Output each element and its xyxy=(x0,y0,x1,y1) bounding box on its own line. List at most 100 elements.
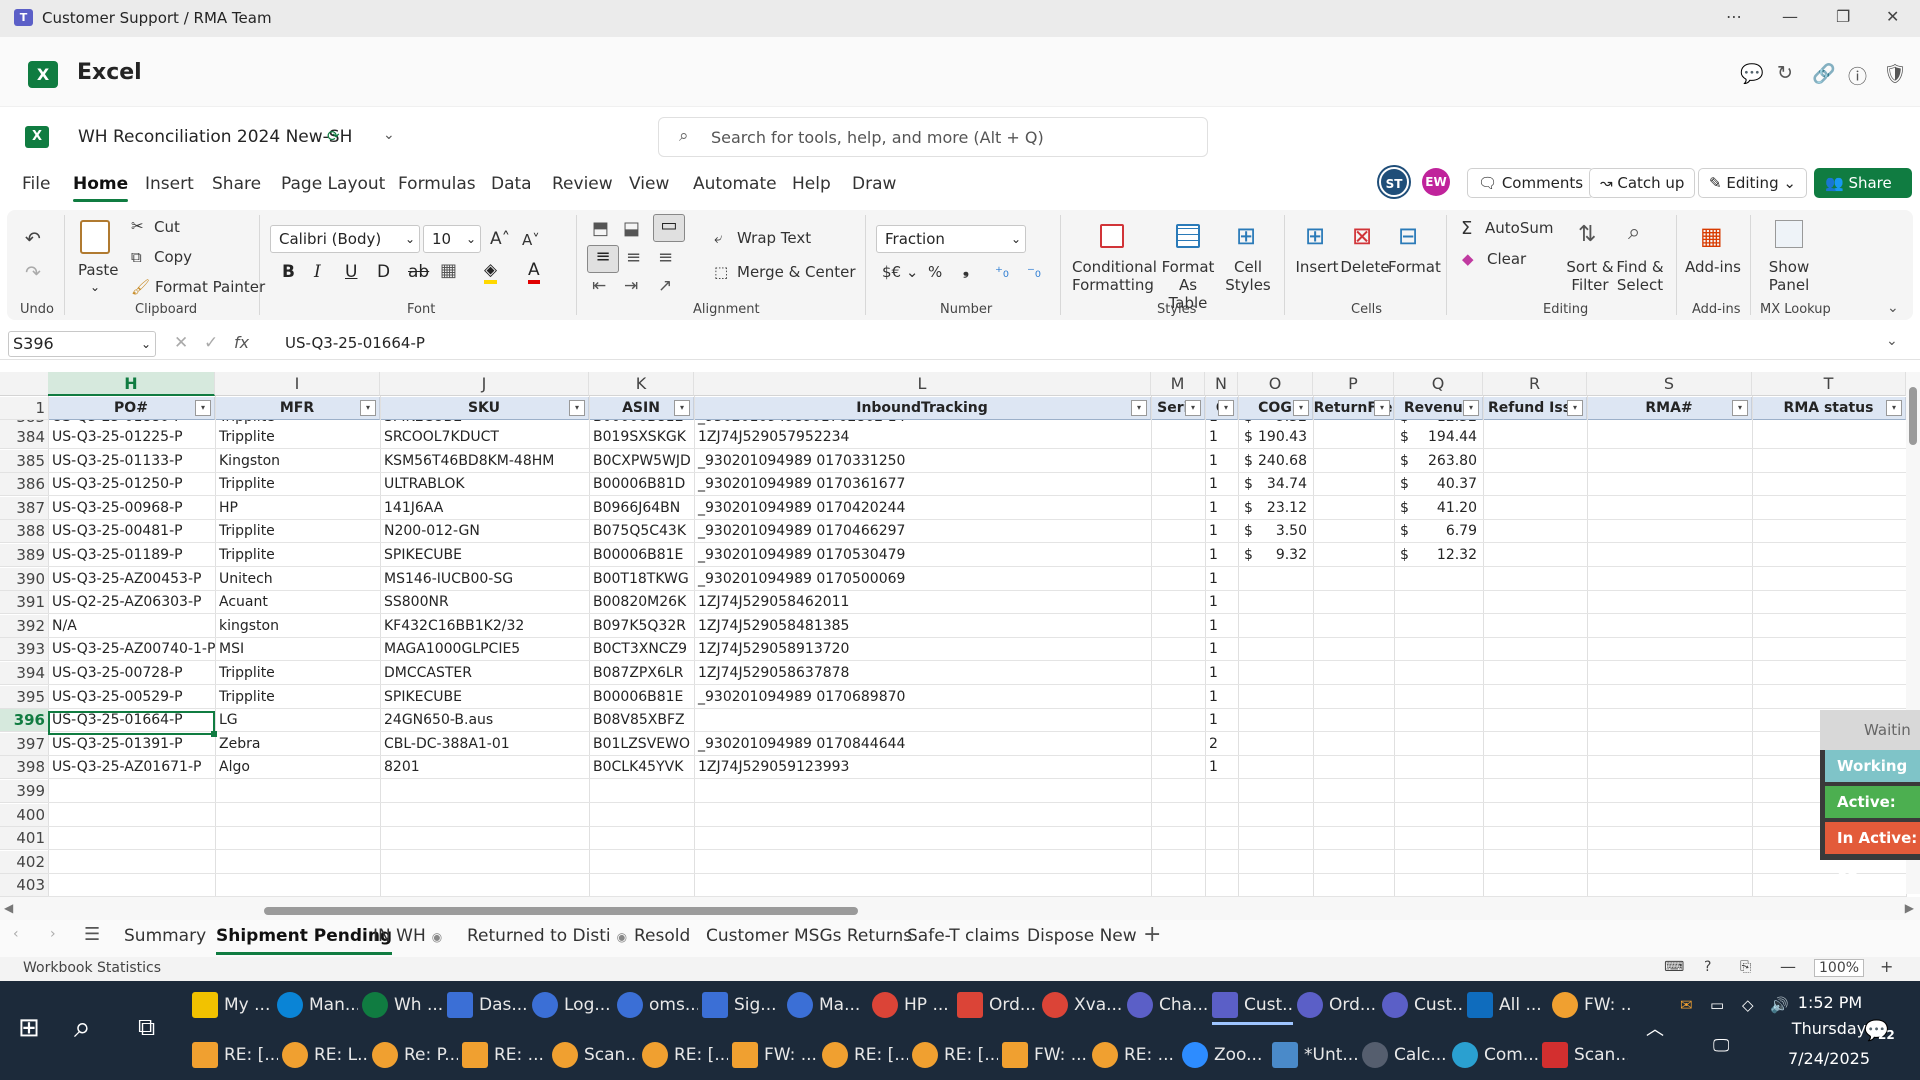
col-header-q[interactable]: Q xyxy=(1394,372,1483,396)
cell-r[interactable] xyxy=(1483,780,1587,803)
cell-o[interactable]: $23.12 xyxy=(1238,497,1313,520)
conditional-formatting-icon[interactable] xyxy=(1100,224,1124,248)
cell-j[interactable]: SRCOOL7KDUCT xyxy=(380,426,589,449)
taskbar-item[interactable]: My ... xyxy=(192,985,273,1025)
cell-t[interactable] xyxy=(1752,638,1906,662)
cell-r[interactable] xyxy=(1483,709,1587,733)
function-icon[interactable]: fx xyxy=(234,333,249,352)
cell-h[interactable] xyxy=(48,780,215,803)
cell-i[interactable]: HP xyxy=(215,497,380,520)
cell-r[interactable] xyxy=(1483,568,1587,591)
cell-k[interactable] xyxy=(589,780,694,803)
align-bottom-icon[interactable]: ▭ xyxy=(653,214,685,242)
cell-p[interactable] xyxy=(1313,709,1394,733)
number-format-select[interactable]: Fraction ⌄ xyxy=(876,225,1026,253)
cell-s[interactable] xyxy=(1587,520,1752,544)
menu-home[interactable]: Home xyxy=(73,174,129,202)
row-header[interactable]: 394 xyxy=(0,662,48,685)
cell-p[interactable] xyxy=(1313,568,1394,591)
taskbar-item[interactable]: FW: ... xyxy=(1002,1035,1088,1075)
cell-q[interactable] xyxy=(1394,686,1483,709)
cell-n[interactable]: 1 xyxy=(1205,450,1238,473)
filter-dropdown-icon[interactable]: ▾ xyxy=(360,400,376,416)
cell-o[interactable] xyxy=(1238,686,1313,709)
cell-j[interactable]: 8201 xyxy=(380,756,589,780)
sheet-tab-in-wh[interactable]: IN WH ◉ xyxy=(373,926,442,946)
cell-r[interactable] xyxy=(1483,756,1587,780)
addins-button[interactable]: Add-ins xyxy=(1684,258,1742,276)
cell-t[interactable] xyxy=(1752,662,1906,685)
filter-dropdown-icon[interactable]: ▾ xyxy=(569,400,585,416)
row-header[interactable]: 387 xyxy=(0,496,48,520)
cell-m[interactable] xyxy=(1151,638,1205,662)
taskbar-item[interactable]: Calc... xyxy=(1362,1035,1448,1075)
align-top-icon[interactable]: ⬒ xyxy=(592,218,609,239)
cell-m[interactable] xyxy=(1151,733,1205,756)
cell-p[interactable] xyxy=(1313,733,1394,756)
cell-q[interactable]: $263.80 xyxy=(1394,450,1483,473)
col-header-i[interactable]: I xyxy=(215,372,380,396)
taskbar-item[interactable]: Scan... xyxy=(552,1035,638,1075)
cell-r[interactable] xyxy=(1483,686,1587,709)
cell-m[interactable] xyxy=(1151,591,1205,615)
close-icon[interactable]: ✕ xyxy=(1886,7,1899,26)
cell-r[interactable] xyxy=(1483,827,1587,851)
cell-l[interactable]: 1ZJ74J529058637878 xyxy=(694,662,1151,685)
cell-n[interactable]: 1 xyxy=(1205,615,1238,638)
share-button[interactable]: 👥 Share ⌄ xyxy=(1814,168,1912,220)
cell-r[interactable] xyxy=(1483,615,1587,638)
cell-o[interactable]: $9.32 xyxy=(1238,544,1313,567)
cell-m[interactable] xyxy=(1151,662,1205,685)
insert-cells-icon[interactable]: ⊞ xyxy=(1305,222,1325,250)
cell-p[interactable] xyxy=(1313,591,1394,615)
cell-l[interactable]: _930201094989 0170420244 xyxy=(694,497,1151,520)
cell-h[interactable]: US-Q3-25-AZ00453-P xyxy=(48,568,215,591)
cell-n[interactable]: 2 xyxy=(1205,733,1238,756)
cell-o[interactable] xyxy=(1238,615,1313,638)
cell-s[interactable] xyxy=(1587,733,1752,756)
taskbar-item[interactable]: Scan... xyxy=(1542,1035,1628,1075)
sheet-tab-summary[interactable]: Summary xyxy=(124,926,206,946)
cell-k[interactable]: B0CXPW5WJD xyxy=(589,450,694,473)
menu-automate[interactable]: Automate xyxy=(693,174,777,194)
cell-p[interactable] xyxy=(1313,638,1394,662)
cell-l[interactable]: _930201094989 0170361677 xyxy=(694,473,1151,497)
cell-m[interactable] xyxy=(1151,568,1205,591)
col-header-p[interactable]: P xyxy=(1313,372,1394,396)
cell-s[interactable] xyxy=(1587,851,1752,874)
menu-review[interactable]: Review xyxy=(552,174,613,194)
cell-q[interactable] xyxy=(1394,733,1483,756)
taskbar-item[interactable]: Cust... xyxy=(1212,985,1293,1025)
cell-m[interactable] xyxy=(1151,520,1205,544)
cell-k[interactable]: B00T18TKWG xyxy=(589,568,694,591)
cell-q[interactable] xyxy=(1394,591,1483,615)
cell-m[interactable] xyxy=(1151,756,1205,780)
cell-n[interactable]: 1 xyxy=(1205,638,1238,662)
cell-s[interactable] xyxy=(1587,756,1752,780)
row-header[interactable]: 1 xyxy=(0,397,48,420)
search-box[interactable]: ⌕ Search for tools, help, and more (Alt … xyxy=(658,117,1208,157)
filter-dropdown-icon[interactable]: ▾ xyxy=(1732,400,1748,416)
cell-t[interactable] xyxy=(1752,544,1906,567)
taskbar-item[interactable]: Wh ... xyxy=(362,985,443,1025)
cell-n[interactable]: 1 xyxy=(1205,686,1238,709)
clock-date[interactable]: 7/24/2025 xyxy=(1780,1049,1878,1068)
row-header[interactable]: 398 xyxy=(0,756,48,780)
cell-q[interactable] xyxy=(1394,851,1483,874)
cell-r[interactable] xyxy=(1483,591,1587,615)
cell-k[interactable]: B0CLK45YVK xyxy=(589,756,694,780)
show-panel-button[interactable]: Show Panel xyxy=(1762,258,1816,294)
taskbar-item[interactable]: RE: [... xyxy=(822,1035,908,1075)
cell-q[interactable] xyxy=(1394,709,1483,733)
cell-h[interactable]: US-Q3-25-01225-P xyxy=(48,426,215,449)
help-icon[interactable]: ? xyxy=(1704,959,1711,975)
filter-dropdown-icon[interactable]: ▾ xyxy=(674,400,690,416)
cell-r[interactable] xyxy=(1483,638,1587,662)
cell-j[interactable]: 141J6AA xyxy=(380,497,589,520)
cell-t[interactable] xyxy=(1752,874,1906,898)
chat-icon[interactable]: 💬 xyxy=(1740,62,1764,85)
cell-l[interactable]: 1ZJ74J529057952234 xyxy=(694,426,1151,449)
cell-l[interactable] xyxy=(694,827,1151,851)
cell-o[interactable] xyxy=(1238,568,1313,591)
sheet-tab-safe-t-claims[interactable]: Safe-T claims xyxy=(907,926,1020,946)
